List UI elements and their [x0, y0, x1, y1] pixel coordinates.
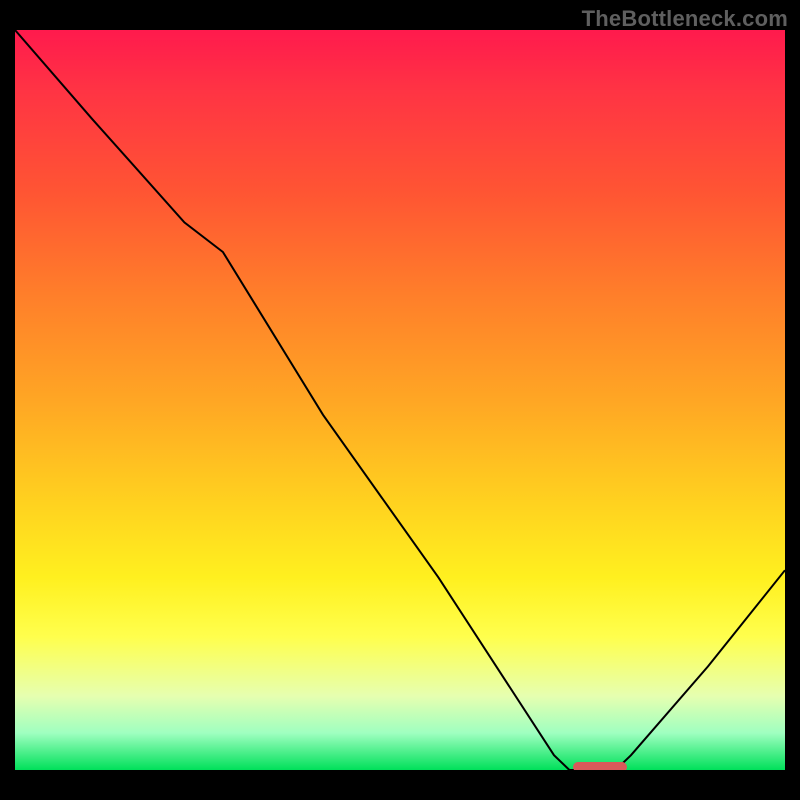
chart-container: TheBottleneck.com: [0, 0, 800, 800]
watermark-text: TheBottleneck.com: [582, 6, 788, 32]
curve-path: [15, 30, 785, 770]
optimal-range-marker: [573, 762, 627, 770]
bottleneck-curve: [15, 30, 785, 770]
plot-area: [15, 30, 785, 770]
